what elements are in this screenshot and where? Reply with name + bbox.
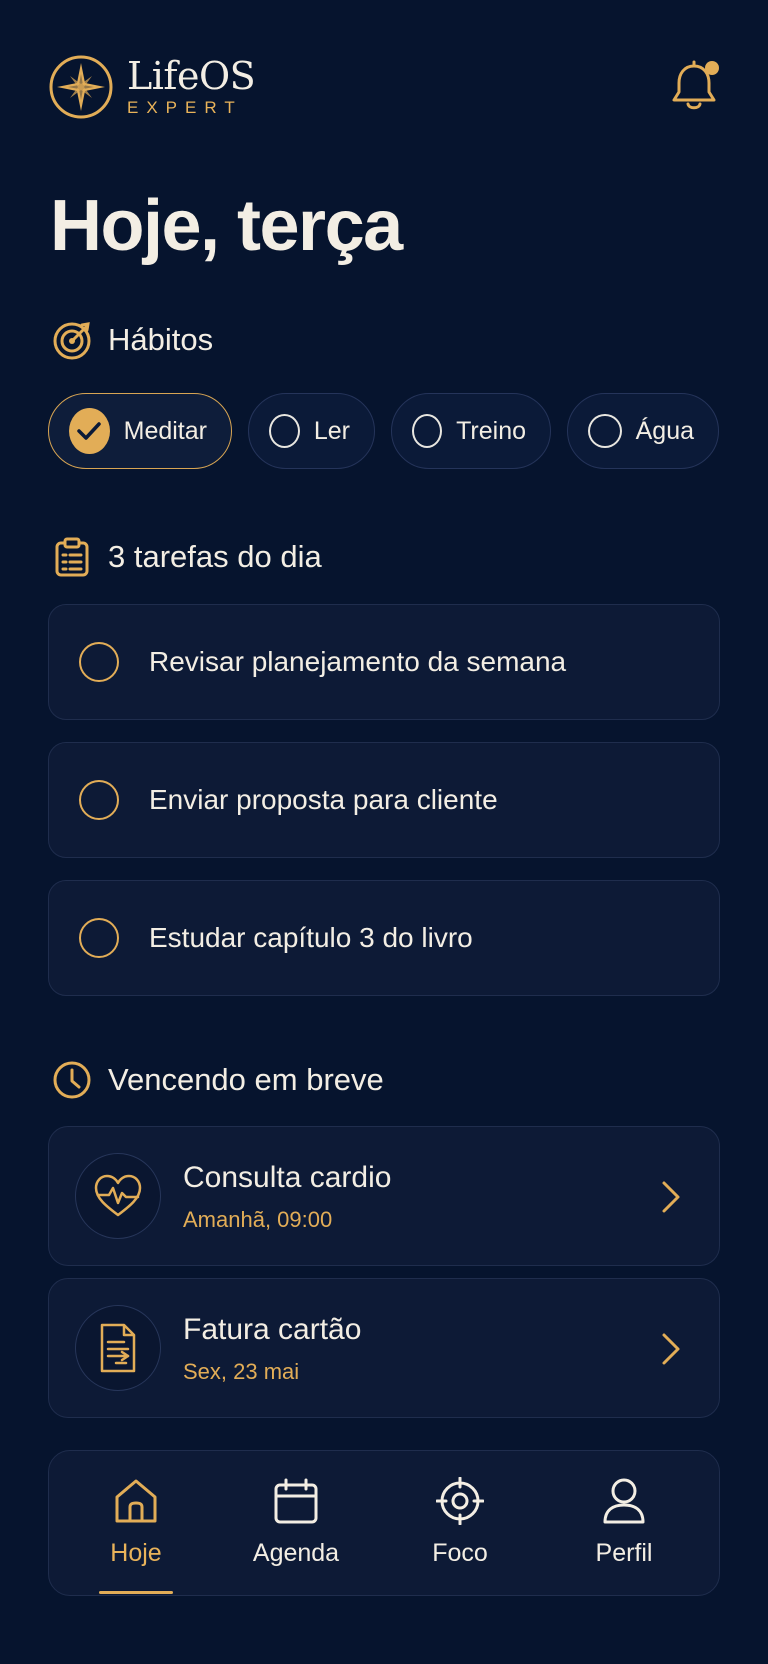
invoice-icon: [75, 1305, 161, 1391]
upcoming-title: Fatura cartão: [183, 1313, 362, 1346]
habit-chip-agua[interactable]: Água: [567, 393, 719, 469]
tasks-section-heading: 3 tarefas do dia: [52, 537, 322, 577]
upcoming-date: Sex, 23 mai: [183, 1359, 300, 1384]
page-title: Hoje, terça: [50, 186, 403, 266]
habit-chip-ler[interactable]: Ler: [248, 393, 375, 469]
checkmark-icon: [69, 408, 110, 454]
active-tab-indicator: [99, 1591, 173, 1594]
task-item[interactable]: Estudar capítulo 3 do livro: [48, 880, 720, 996]
nav-tab-agenda[interactable]: Agenda: [236, 1477, 356, 1568]
app-name: LifeOS: [127, 54, 256, 98]
habit-chip-meditar[interactable]: Meditar: [48, 393, 232, 469]
unchecked-circle-icon: [588, 414, 622, 448]
upcoming-item[interactable]: Consulta cardio Amanhã, 09:00: [48, 1126, 720, 1266]
habit-chip-treino[interactable]: Treino: [391, 393, 551, 469]
target-icon: [436, 1477, 484, 1525]
home-icon: [115, 1479, 157, 1523]
habit-label: Treino: [456, 416, 526, 445]
habits-heading: Hábitos: [108, 322, 214, 357]
habit-label: Água: [635, 416, 694, 445]
task-checkbox[interactable]: [79, 780, 119, 820]
heart-pulse-icon: [75, 1153, 161, 1239]
nav-label: Agenda: [252, 1539, 340, 1567]
nav-label: Foco: [432, 1539, 488, 1567]
nav-tab-hoje[interactable]: Hoje: [76, 1477, 196, 1568]
task-checkbox[interactable]: [79, 918, 119, 958]
bottom-nav: Hoje Agenda Foco Perfil: [48, 1450, 720, 1596]
app-logo-text: LifeOS EXPERT: [127, 54, 256, 118]
nav-label: Hoje: [110, 1539, 162, 1567]
app-header: LifeOS EXPERT: [48, 52, 720, 122]
clock-icon: [52, 1060, 92, 1100]
clipboard-list-icon: [52, 537, 92, 577]
task-checkbox[interactable]: [79, 642, 119, 682]
user-icon: [603, 1478, 645, 1524]
task-item[interactable]: Enviar proposta para cliente: [48, 742, 720, 858]
chevron-right-icon[interactable]: [659, 1177, 683, 1217]
target-arrow-icon: [52, 320, 92, 360]
nav-tab-foco[interactable]: Foco: [400, 1477, 520, 1568]
habits-list: Meditar Ler Treino Água: [48, 393, 719, 469]
app-tagline: EXPERT: [127, 98, 243, 117]
chevron-right-icon[interactable]: [659, 1329, 683, 1369]
task-label: Enviar proposta para cliente: [149, 784, 498, 815]
nav-tab-perfil[interactable]: Perfil: [564, 1477, 684, 1568]
calendar-icon: [274, 1478, 318, 1524]
upcoming-title: Consulta cardio: [183, 1161, 392, 1194]
upcoming-date: Amanhã, 09:00: [183, 1207, 333, 1232]
task-label: Revisar planejamento da semana: [149, 646, 567, 677]
upcoming-section-heading: Vencendo em breve: [52, 1060, 384, 1100]
task-item[interactable]: Revisar planejamento da semana: [48, 604, 720, 720]
habit-label: Meditar: [123, 416, 207, 445]
upcoming-item[interactable]: Fatura cartão Sex, 23 mai: [48, 1278, 720, 1418]
habits-section-heading: Hábitos: [52, 320, 213, 360]
unchecked-circle-icon: [269, 414, 300, 448]
unchecked-circle-icon: [412, 414, 443, 448]
upcoming-heading: Vencendo em breve: [108, 1062, 384, 1097]
habit-label: Ler: [313, 416, 350, 445]
task-label: Estudar capítulo 3 do livro: [149, 922, 473, 953]
compass-star-logo-icon: [48, 54, 114, 120]
notifications-bell-icon[interactable]: [670, 58, 720, 112]
nav-label: Perfil: [595, 1539, 653, 1567]
tasks-heading: 3 tarefas do dia: [108, 539, 322, 574]
